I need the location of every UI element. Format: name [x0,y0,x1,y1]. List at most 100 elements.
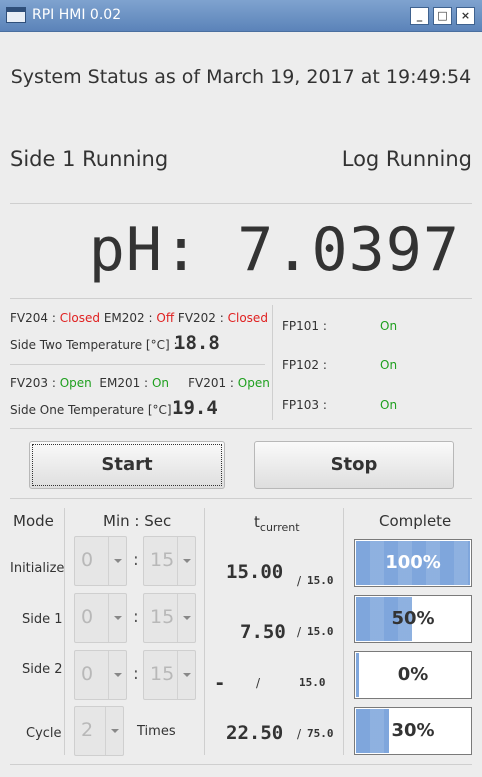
valve-em202-state: Off [156,311,175,325]
window-title: RPI HMI 0.02 [32,7,122,23]
slash: / [297,574,302,588]
title-bar: RPI HMI 0.02 _ □ × [0,0,482,32]
side2-temp-value: 18.8 [174,332,220,354]
pump-fp101-label: FP101 : [282,319,327,333]
side1-current: 7.50 [240,621,286,643]
chevron-down-icon[interactable] [108,651,126,699]
side2-total: 15.0 [299,676,326,689]
side1-min-spinner[interactable]: 0 [74,593,127,643]
initialize-sec-spinner[interactable]: 15 [143,536,196,586]
valve-em201-label: EM201 : [99,376,149,390]
chevron-down-icon[interactable] [177,594,195,642]
side1-sec-spinner[interactable]: 15 [143,593,196,643]
minimize-button[interactable]: _ [410,7,429,25]
row-label-side1: Side 1 [22,612,63,627]
progress-label: 30% [391,720,435,741]
close-button[interactable]: × [456,7,475,25]
valve-fv203-state: Open [59,376,92,390]
pump-fp102-state: On [380,358,398,372]
row-label-side2: Side 2 [22,662,63,677]
side2-progress-bar: 0% [354,651,472,699]
pump-fp101-state: On [380,319,398,333]
side2-current: - [214,672,226,694]
side1-temp-value: 19.4 [172,397,218,419]
valve-fv204-label: FV204 : [10,311,56,325]
app-window-icon [6,7,26,23]
divider-vertical [204,508,205,755]
log-running-status: Log Running [341,147,472,171]
divider [10,203,472,204]
spinner-value: 0 [81,606,94,628]
valve-fv201-state: Open [237,376,270,390]
divider-vertical [64,508,65,755]
progress-label: 50% [391,608,435,629]
ph-readout: pH: 7.0397 [89,215,460,285]
colon-separator: : [133,607,139,627]
valve-em201-state: On [151,376,169,390]
divider [10,498,472,499]
valve-fv201-label: FV201 : [188,376,234,390]
row-label-cycle: Cycle [26,726,62,741]
tcurrent-header: tcurrent [254,513,300,534]
tcurrent-header-sub: current [259,521,300,534]
row-label-initialize: Initialize [10,561,65,576]
chevron-down-icon[interactable] [177,651,195,699]
initialize-current: 15.00 [226,561,284,583]
side2-temp-label: Side Two Temperature [°C] : [10,338,178,352]
stop-button[interactable]: Stop [254,441,454,489]
side1-temp-label: Side One Temperature [°C] : [10,403,180,417]
divider [10,298,472,299]
chevron-down-icon[interactable] [108,537,126,585]
minsec-header: Min : Sec [103,512,172,530]
progress-label: 0% [397,664,429,685]
side2-min-spinner[interactable]: 0 [74,650,127,700]
spinner-value: 15 [150,606,175,628]
valve-fv204-state: Closed [59,311,101,325]
valve-row-side1: FV203 : Open EM201 : On FV201 : Open [10,376,270,390]
divider-vertical [343,508,344,755]
spinner-value: 15 [150,549,175,571]
divider-vertical [272,305,273,420]
slash: / [297,625,302,639]
divider [10,364,265,365]
side2-sec-spinner[interactable]: 15 [143,650,196,700]
pump-fp103-state: On [380,398,398,412]
ph-label: pH: [88,215,201,285]
cycle-count-spinner[interactable]: 2 [74,706,124,756]
cycle-total: 75.0 [307,727,334,740]
cycle-current: 22.50 [226,722,284,744]
maximize-button[interactable]: □ [433,7,452,25]
chevron-down-icon[interactable] [177,537,195,585]
divider [10,428,472,429]
side1-total: 15.0 [307,625,334,638]
divider [10,764,472,765]
valve-fv203-label: FV203 : [10,376,56,390]
colon-separator: : [133,550,139,570]
status-timestamp: System Status as of March 19, 2017 at 19… [10,66,472,88]
slash: / [297,727,302,741]
valve-fv202-state: Closed [227,311,268,325]
side-running-status: Side 1 Running [10,147,169,171]
cycle-times-label: Times [137,724,176,739]
cycle-progress-bar: 30% [354,707,472,755]
pump-fp103-label: FP103 : [282,398,327,412]
progress-label: 100% [385,552,441,573]
pump-fp102-label: FP102 : [282,358,327,372]
spinner-value: 15 [150,663,175,685]
spinner-value: 0 [81,549,94,571]
valve-fv202-label: FV202 : [177,311,224,325]
chevron-down-icon[interactable] [105,707,123,755]
initialize-total: 15.0 [307,574,334,587]
side1-progress-bar: 50% [354,595,472,643]
colon-separator: : [133,664,139,684]
mode-header: Mode [13,512,54,530]
spinner-value: 0 [81,663,94,685]
valve-em202-label: EM202 : [103,311,153,325]
initialize-min-spinner[interactable]: 0 [74,536,127,586]
start-button[interactable]: Start [29,441,225,489]
ph-value: 7.0397 [237,215,460,285]
complete-header: Complete [379,512,452,530]
chevron-down-icon[interactable] [108,594,126,642]
initialize-progress-bar: 100% [354,539,472,587]
valve-row-side2: FV204 : Closed EM202 : Off FV202 : Close… [10,311,268,325]
